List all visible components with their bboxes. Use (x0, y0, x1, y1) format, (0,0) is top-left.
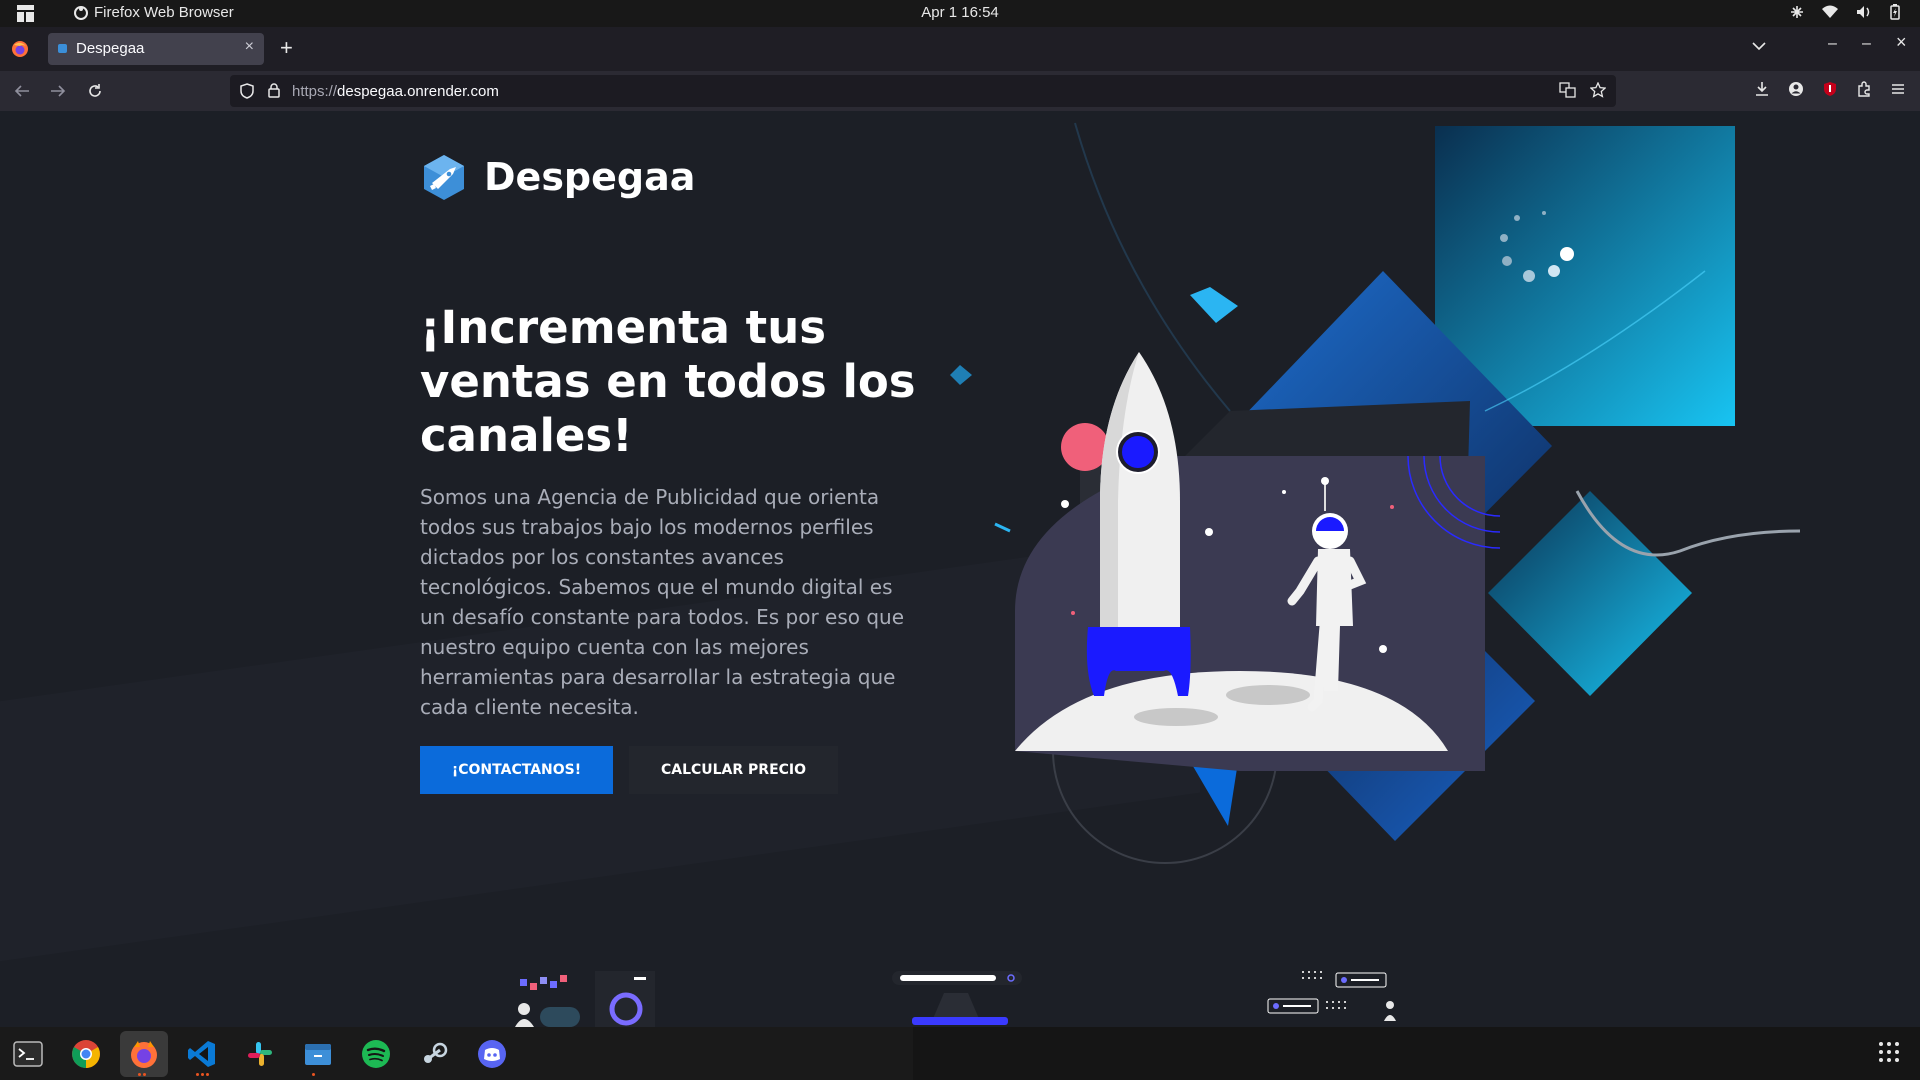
maximize-button[interactable]: – (1862, 35, 1871, 53)
list-all-tabs-icon[interactable] (1752, 41, 1766, 51)
tab-bar: Despegaa × + – – × (0, 27, 1920, 71)
slack-icon (248, 1042, 272, 1066)
wifi-icon[interactable] (1822, 5, 1838, 19)
activities-icon[interactable] (17, 5, 34, 22)
dock-spotify[interactable] (352, 1031, 400, 1077)
new-tab-button[interactable]: + (280, 35, 293, 61)
dock-slack[interactable] (236, 1031, 284, 1077)
chrome-icon (72, 1040, 100, 1068)
steam-icon (424, 1042, 448, 1063)
close-window-button[interactable]: × (1896, 32, 1907, 53)
account-icon[interactable] (1788, 81, 1804, 97)
site-favicon-icon (58, 44, 67, 53)
dock-firefox[interactable] (120, 1031, 168, 1077)
hero-illustration (950, 122, 1801, 864)
battery-icon[interactable] (1890, 4, 1900, 20)
discord-icon (478, 1040, 506, 1068)
contact-button[interactable]: ¡CONTACTANOS! (420, 746, 613, 794)
brand-name: Despegaa (484, 155, 696, 199)
firefox-logo-icon[interactable] (11, 40, 29, 58)
rocket-logo-icon (424, 155, 464, 200)
url-bar[interactable]: https://despegaa.onrender.com (230, 75, 1616, 107)
dock-terminal[interactable] (4, 1031, 52, 1077)
spotify-icon (362, 1040, 390, 1068)
ublock-extension-icon[interactable] (1822, 81, 1838, 97)
reload-icon[interactable] (87, 83, 103, 99)
dock-discord[interactable] (468, 1031, 516, 1077)
url-text[interactable]: https://despegaa.onrender.com (292, 83, 499, 100)
bottom-illustration-right (1267, 971, 1396, 1021)
navigation-bar: https://despegaa.onrender.com (0, 71, 1920, 111)
bottom-illustration-center (892, 971, 1022, 1025)
tab-close-icon[interactable]: × (245, 38, 254, 56)
page-content: Despegaa ¡Incrementa tus ventas en todos… (0, 111, 1920, 1027)
dock-vscode[interactable] (178, 1031, 226, 1077)
active-app-title: Firefox Web Browser (94, 4, 234, 21)
back-icon[interactable] (14, 83, 30, 99)
dock-steam[interactable] (410, 1031, 458, 1077)
system-top-bar: Firefox Web Browser Apr 1 16:54 (0, 0, 1920, 27)
bottom-illustration-left (515, 971, 655, 1027)
downloads-icon[interactable] (1754, 81, 1770, 97)
extensions-icon[interactable] (1856, 81, 1872, 97)
tab-title: Despegaa (76, 40, 145, 57)
site-brand[interactable]: Despegaa (420, 153, 695, 201)
forward-icon[interactable] (50, 83, 66, 99)
tab-despegaa[interactable]: Despegaa × (48, 33, 264, 65)
network-settings-icon[interactable] (1790, 5, 1804, 19)
dock-files[interactable] (294, 1031, 342, 1077)
minimize-button[interactable]: – (1828, 35, 1837, 53)
translate-icon[interactable] (1559, 82, 1576, 98)
bookmark-star-icon[interactable] (1590, 82, 1606, 98)
volume-icon[interactable] (1856, 5, 1872, 19)
show-applications-icon[interactable] (1878, 1041, 1900, 1063)
hero-description: Somos una Agencia de Publicidad que orie… (420, 485, 905, 719)
terminal-icon (13, 1041, 43, 1067)
hero-headline: ¡Incrementa tus ventas en todos los cana… (420, 301, 916, 462)
tracking-protection-shield-icon[interactable] (240, 83, 254, 99)
files-icon (305, 1044, 331, 1065)
active-app-menu[interactable]: Firefox Web Browser (74, 4, 234, 21)
calculate-price-button[interactable]: CALCULAR PRECIO (629, 746, 838, 794)
dock (0, 1027, 1920, 1080)
hamburger-menu-icon[interactable] (1890, 81, 1906, 97)
lock-icon[interactable] (268, 83, 280, 98)
dock-chrome[interactable] (62, 1031, 110, 1077)
firefox-small-icon (74, 5, 88, 20)
system-tray[interactable] (1790, 4, 1900, 20)
firefox-icon (131, 1041, 157, 1068)
vscode-icon (188, 1041, 215, 1067)
clock[interactable]: Apr 1 16:54 (921, 4, 999, 21)
